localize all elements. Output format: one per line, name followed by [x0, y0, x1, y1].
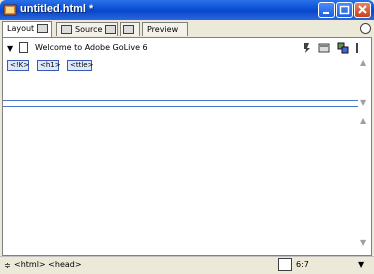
tab-split-view[interactable] — [120, 22, 140, 36]
tab-layout[interactable]: Layout — [2, 21, 52, 37]
scroll-down-icon[interactable]: ▼ — [360, 98, 366, 107]
tab-preview[interactable]: Preview — [142, 22, 188, 47]
minimize-icon — [323, 12, 329, 14]
tag-path[interactable]: <html> <head> — [14, 260, 82, 269]
head-scrollbar[interactable]: ▲ ▼ — [358, 38, 371, 116]
tab-layout-label: Layout — [7, 24, 35, 33]
javascript-icon[interactable] — [301, 42, 313, 54]
tab-source-label: Source — [75, 25, 103, 34]
layout-editor[interactable]: ▼ Welcome to Adobe GoLive 6 <!K> <h1> <t… — [2, 37, 372, 256]
page-icon-button[interactable] — [278, 258, 292, 271]
close-button[interactable] — [354, 2, 371, 18]
tab-preview-label: Preview — [147, 25, 179, 34]
tab-bar: Layout Source Preview — [0, 20, 374, 47]
tab-source[interactable]: Source — [56, 22, 118, 36]
tag-item[interactable]: <h1> — [37, 60, 61, 71]
page-properties-icon[interactable] — [318, 42, 330, 54]
scroll-down-icon[interactable]: ▼ — [360, 238, 366, 247]
document-header: ▼ Welcome to Adobe GoLive 6 — [5, 41, 366, 55]
layout-tab-icon — [37, 24, 49, 33]
title-bar: untitled.html * — [0, 0, 374, 20]
tag-item[interactable]: <ttle> — [67, 60, 93, 71]
tag-item[interactable]: <!K> — [7, 60, 29, 71]
maximize-icon — [339, 5, 350, 15]
source-view-icon — [61, 25, 72, 34]
split-view-icon — [123, 25, 134, 34]
cursor-position: 6:7 — [296, 260, 309, 269]
document-title[interactable]: Welcome to Adobe GoLive 6 — [35, 43, 148, 52]
updown-icon[interactable]: ≑ — [4, 261, 11, 270]
head-body-divider[interactable] — [3, 100, 359, 107]
close-icon — [358, 5, 367, 14]
scroll-up-icon[interactable]: ▲ — [360, 58, 366, 67]
navigate-icon[interactable] — [360, 23, 371, 34]
scroll-up-icon[interactable]: ▲ — [360, 116, 366, 125]
page-icon — [19, 42, 28, 53]
status-bar: ≑ <html> <head> 6:7 ▼ — [0, 256, 374, 274]
maximize-button[interactable] — [336, 2, 353, 18]
source-tab-icon — [105, 25, 117, 34]
minimize-button[interactable] — [318, 2, 335, 18]
css-editor-icon[interactable] — [337, 42, 349, 54]
scroll-down-icon[interactable]: ▼ — [358, 260, 364, 269]
app-icon — [3, 4, 17, 16]
chevron-down-icon[interactable]: ▼ — [7, 44, 13, 53]
window-title: untitled.html * — [20, 3, 94, 15]
body-scrollbar[interactable]: ▲ ▼ — [358, 116, 371, 255]
